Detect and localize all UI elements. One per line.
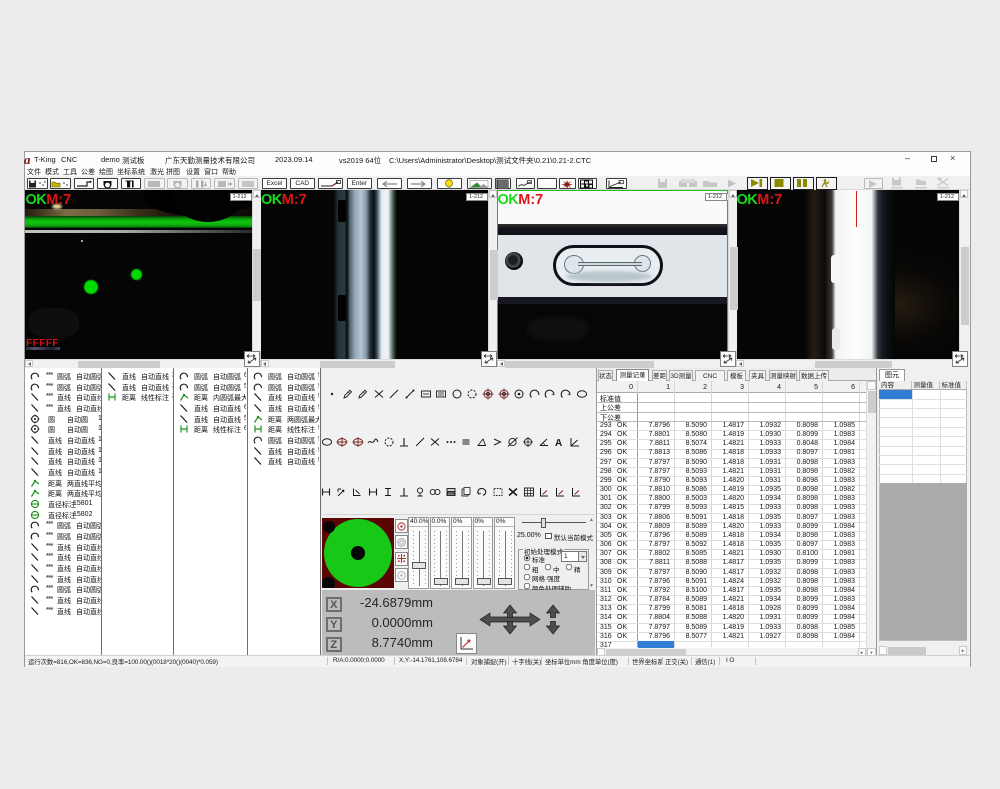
svg-text:A: A [555, 438, 562, 448]
